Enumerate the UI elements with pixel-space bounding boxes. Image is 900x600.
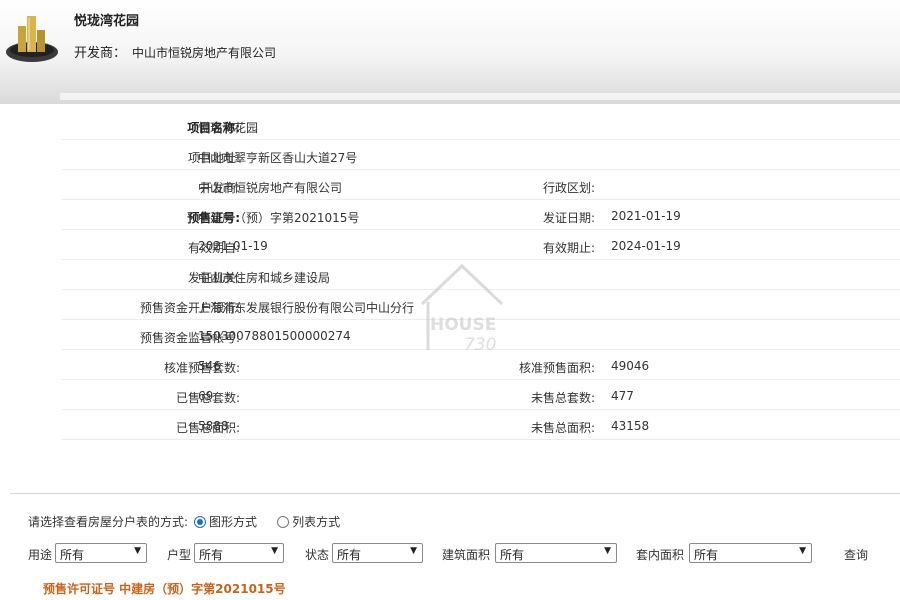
unsold-area-value: 43158 xyxy=(611,419,650,433)
query-button[interactable]: 查询 xyxy=(844,546,868,563)
status-select-value: 所有 xyxy=(337,548,362,562)
watermark-line2: 730 xyxy=(464,335,496,355)
developer-name: 中山市恒锐房地产有限公司 xyxy=(132,46,277,60)
chevron-down-icon: ▼ xyxy=(271,546,278,556)
build-area-select-value: 所有 xyxy=(500,548,525,562)
district-label: 行政区划: xyxy=(542,181,595,195)
info-row: 项目地址: 中山市翠亨新区香山大道27号 xyxy=(62,142,900,170)
valid-to-label: 有效期止: xyxy=(542,241,595,255)
unsold-units-value: 477 xyxy=(611,389,634,403)
layout-select[interactable]: 所有 ▼ xyxy=(194,543,284,563)
info-row: 有效期自: 2021-01-19 有效期止: 2024-01-19 xyxy=(62,232,900,260)
bank-value: 上海浦东发展银行股份有限公司中山分行 xyxy=(198,301,415,315)
view-mode-prompt: 请选择查看房屋分户表的方式: xyxy=(28,515,189,529)
status-label: 状态 xyxy=(305,548,330,562)
inner-area-label: 套内面积 xyxy=(636,548,685,562)
info-row: 已售总套数: 69 未售总套数: 477 xyxy=(62,382,900,410)
chevron-down-icon: ▼ xyxy=(410,546,417,556)
issue-date-value: 2021-01-19 xyxy=(611,209,681,223)
project-name-value: 悦珑湾花园 xyxy=(198,121,259,135)
approved-area-label: 核准预售面积: xyxy=(518,361,595,375)
permit-number-line: 预售许可证号 中建房（预）字第2021015号 xyxy=(43,582,286,596)
usage-select-value: 所有 xyxy=(60,548,85,562)
build-area-select[interactable]: 所有 ▼ xyxy=(495,543,617,563)
graphic-mode-radio[interactable] xyxy=(194,515,207,528)
issuer-value: 中山市住房和城乡建设局 xyxy=(198,271,331,285)
info-row: 预售证号: 中建房（预）字第2021015号 发证日期: 2021-01-19 xyxy=(62,202,900,230)
view-mode-selector: 请选择查看房屋分户表的方式: 图形方式 列表方式 xyxy=(28,513,340,530)
info-row: 开发商: 中山市恒锐房地产有限公司 行政区划: xyxy=(62,172,900,200)
issue-date-label: 发证日期: xyxy=(542,211,595,225)
usage-select[interactable]: 所有 ▼ xyxy=(55,543,147,563)
approved-area-value: 49046 xyxy=(611,359,650,373)
inner-area-select[interactable]: 所有 ▼ xyxy=(689,543,812,563)
address-value: 中山市翠亨新区香山大道27号 xyxy=(198,151,358,165)
sold-area-value: 5888 xyxy=(198,419,229,433)
filter-row: 用途 所有 ▼ 户型 所有 ▼ 状态 所有 ▼ 建筑面积 所有 ▼ 套内面积 所… xyxy=(10,543,900,565)
account-value: 15030078801500000274 xyxy=(198,329,351,343)
build-area-label: 建筑面积 xyxy=(442,548,491,562)
inner-area-select-value: 所有 xyxy=(694,548,719,562)
usage-label: 用途 xyxy=(28,548,53,562)
list-mode-radio[interactable] xyxy=(277,515,290,528)
sold-units-value: 69 xyxy=(198,389,214,403)
unsold-units-label: 未售总套数: xyxy=(530,391,595,405)
graphic-mode-label[interactable]: 图形方式 xyxy=(209,513,257,530)
developer-value: 中山市恒锐房地产有限公司 xyxy=(198,181,343,195)
filter-panel: 请选择查看房屋分户表的方式: 图形方式 列表方式 用途 所有 ▼ 户型 所有 ▼… xyxy=(10,493,900,600)
developer-line: 开发商： 中山市恒锐房地产有限公司 xyxy=(74,42,276,61)
valid-to-value: 2024-01-19 xyxy=(611,239,681,253)
header-divider xyxy=(60,93,900,100)
approved-units-value: 546 xyxy=(198,359,221,373)
building-logo-icon xyxy=(6,16,58,62)
project-title: 悦珑湾花园 xyxy=(74,14,140,29)
unsold-area-label: 未售总面积: xyxy=(530,421,595,435)
info-row: 项目名称: 悦珑湾花园 xyxy=(62,112,900,140)
info-row: 已售总面积: 5888 未售总面积: 43158 xyxy=(62,412,900,440)
chevron-down-icon: ▼ xyxy=(799,546,806,556)
house730-watermark-icon: HOUSE 730 xyxy=(420,263,504,355)
status-select[interactable]: 所有 ▼ xyxy=(332,543,423,563)
list-mode-label[interactable]: 列表方式 xyxy=(292,513,340,530)
layout-label: 户型 xyxy=(167,548,192,562)
layout-select-value: 所有 xyxy=(199,548,224,562)
page-header: 悦珑湾花园 开发商： 中山市恒锐房地产有限公司 xyxy=(0,0,900,104)
developer-label: 开发商： xyxy=(74,46,127,61)
watermark-line1: HOUSE xyxy=(430,315,496,335)
presale-cert-value: 中建房（预）字第2021015号 xyxy=(198,211,360,225)
chevron-down-icon: ▼ xyxy=(134,546,141,556)
chevron-down-icon: ▼ xyxy=(604,546,611,556)
valid-from-value: 2021-01-19 xyxy=(198,239,268,253)
